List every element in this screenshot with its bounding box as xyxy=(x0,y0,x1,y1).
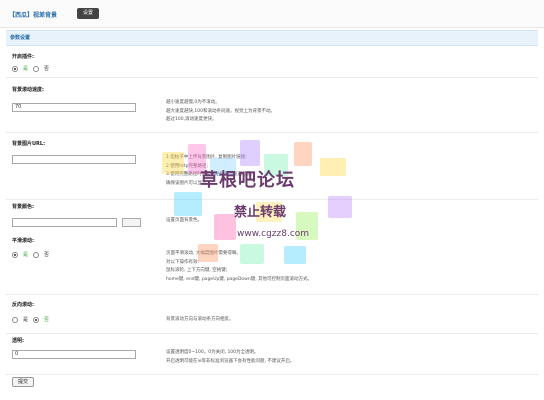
color-picker-button[interactable] xyxy=(122,218,141,227)
reverse-label: 反向滚动: xyxy=(12,302,34,308)
reverse-radio-group: 是 否 xyxy=(12,316,49,323)
enable-no-radio[interactable] xyxy=(33,65,40,72)
watermark-tile xyxy=(240,140,260,166)
smooth-yes-radio[interactable] xyxy=(12,251,18,258)
section-bar: 参数设置 xyxy=(6,30,538,46)
opacity-desc: 设置透明度0~100。0为关闭, 100为全透明。 开启透明可能在ie等非标准浏… xyxy=(166,350,295,364)
image-url-label: 背景图片URL: xyxy=(12,141,46,147)
reverse-desc: 背景滚动方向与滚动条方向相反。 xyxy=(166,317,234,322)
watermark-title: 草根吧论坛 xyxy=(200,170,295,191)
watermark-url: www.cgzz8.com xyxy=(237,229,310,239)
bg-color-input[interactable] xyxy=(12,218,117,227)
watermark-tile xyxy=(320,158,346,176)
smooth-no-radio[interactable] xyxy=(33,251,40,258)
reverse-no-radio[interactable] xyxy=(33,316,40,323)
opacity-input[interactable]: 0 xyxy=(12,350,136,359)
watermark-tile xyxy=(328,196,352,218)
watermark-tile xyxy=(174,192,202,216)
row-enable: 开启插件: 是 否 xyxy=(6,46,538,78)
scroll-speed-label: 背景滚动速度: xyxy=(12,87,45,93)
image-url-input[interactable] xyxy=(12,155,136,164)
enable-yes-radio[interactable] xyxy=(12,65,18,72)
watermark-tile xyxy=(294,142,312,166)
smooth-no-label[interactable]: 否 xyxy=(44,251,49,258)
settings-button[interactable]: 设置 xyxy=(77,8,100,19)
scroll-speed-desc: 越小速度越慢,0为不滚动。 越大速度越快,100和滚动条同速。视觉上为背景不动。… xyxy=(166,100,276,122)
page-title: 【西瓜】视差背景 xyxy=(9,12,58,19)
smooth-yes-label[interactable]: 是 xyxy=(23,251,28,258)
reverse-yes-label[interactable]: 是 xyxy=(23,316,28,323)
scroll-speed-input[interactable]: 70 xyxy=(12,103,136,112)
enable-label: 开启插件: xyxy=(12,54,34,60)
row-reverse: 反向滚动: 是 否 xyxy=(6,295,538,334)
section-title: 参数设置 xyxy=(10,35,31,41)
watermark-tile xyxy=(162,152,184,174)
watermark-tile xyxy=(240,244,264,264)
watermark-tile xyxy=(284,246,306,264)
enable-radio-group: 是 否 xyxy=(12,65,49,72)
opacity-label: 透明: xyxy=(12,338,24,344)
watermark-tile xyxy=(198,244,218,262)
bg-color-label: 背景颜色: xyxy=(12,204,34,210)
reverse-yes-radio[interactable] xyxy=(12,316,18,323)
smooth-scroll-label: 平滑滚动: xyxy=(12,238,34,244)
smooth-scroll-radio-group: 是 否 xyxy=(12,251,49,258)
watermark-tile xyxy=(214,214,236,240)
reverse-no-label[interactable]: 否 xyxy=(44,316,49,323)
top-header: 【西瓜】视差背景 设置 xyxy=(0,0,544,28)
enable-no-label[interactable]: 否 xyxy=(44,65,49,72)
submit-button[interactable]: 提交 xyxy=(12,377,35,387)
watermark-subtitle: 禁止转载 xyxy=(234,205,287,220)
enable-yes-label[interactable]: 是 xyxy=(23,65,28,72)
